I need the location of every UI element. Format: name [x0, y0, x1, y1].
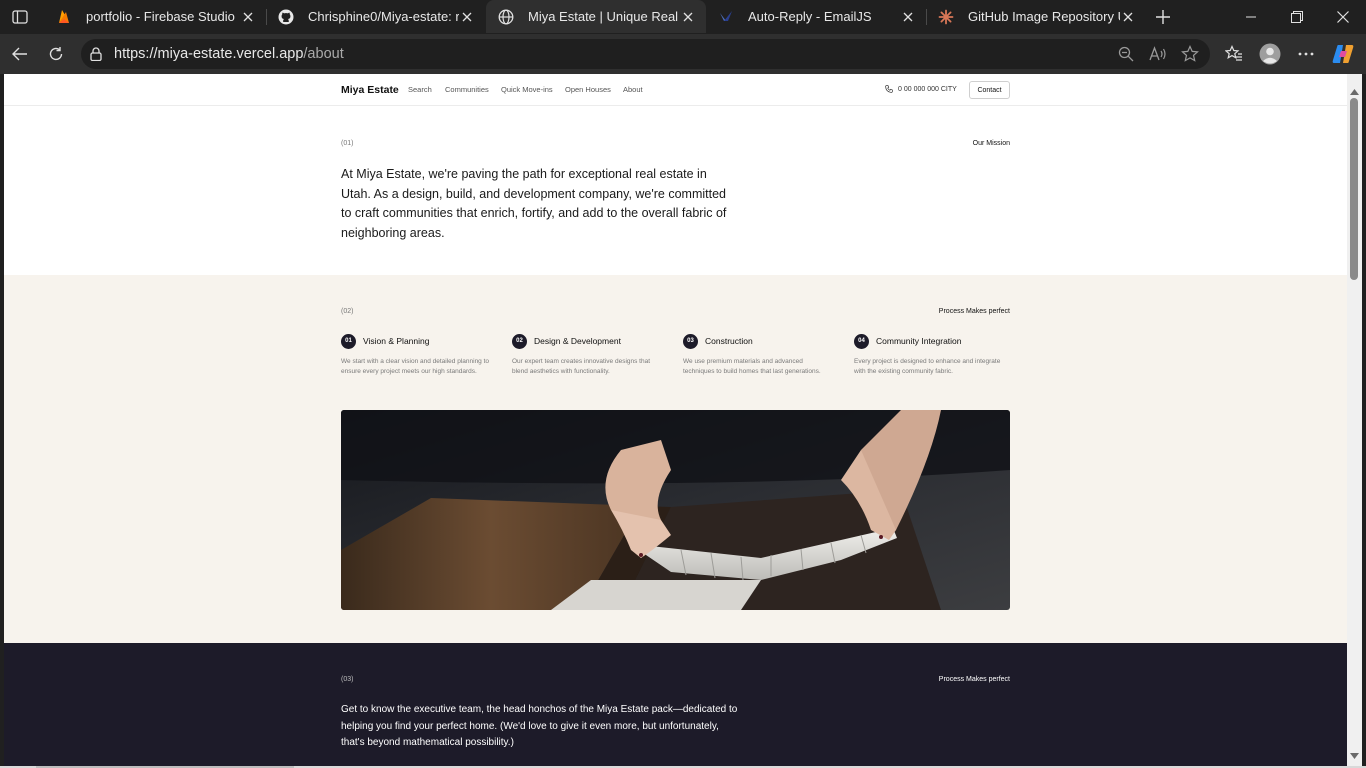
mission-statement: At Miya Estate, we're paving the path fo… — [341, 167, 727, 241]
address-bar[interactable]: https://miya-estate.vercel.app/about — [81, 39, 1210, 69]
globe-icon — [498, 9, 514, 25]
site-header: Miya Estate Search Communities Quick Mov… — [4, 74, 1347, 106]
step-description: We start with a clear vision and detaile… — [341, 358, 490, 375]
step-title: Construction — [705, 336, 753, 346]
process-step: 04 Community Integration Every project is… — [854, 333, 1004, 377]
profile-avatar-icon[interactable] — [1258, 42, 1282, 66]
tab-github[interactable]: Chrisphine0/Miya-estate: real — [266, 0, 485, 33]
nav-quick-move-ins[interactable]: Quick Move-ins — [501, 85, 553, 94]
phone-number: 0 00 000 000 CITY — [898, 85, 957, 93]
nav-open-houses[interactable]: Open Houses — [565, 85, 611, 94]
close-icon[interactable] — [900, 9, 916, 25]
tab-title: Chrisphine0/Miya-estate: real — [308, 9, 459, 24]
tab-title: GitHub Image Repository Upd — [968, 9, 1120, 24]
scrollbar-thumb[interactable] — [1350, 98, 1358, 280]
site-info-icon[interactable] — [90, 47, 104, 62]
section-label: Process Makes perfect — [938, 308, 1010, 315]
back-button[interactable] — [8, 42, 32, 66]
url-text: https://miya-estate.vercel.app/about — [114, 46, 344, 62]
more-options-icon[interactable] — [1294, 42, 1318, 66]
section-number: (03) — [341, 676, 354, 683]
firebase-icon — [56, 9, 72, 25]
process-step: 02 Design & Development Our expert team c… — [512, 333, 662, 377]
scroll-down-arrow-icon[interactable] — [1350, 746, 1359, 764]
step-number-badge: 04 — [854, 333, 869, 349]
tab-actions-icon[interactable] — [8, 6, 32, 28]
page-viewport: Miya Estate Search Communities Quick Mov… — [4, 74, 1347, 766]
step-description: Every project is designed to enhance and… — [854, 358, 1001, 375]
section-number: (01) — [341, 140, 354, 147]
window-close-button[interactable] — [1320, 0, 1366, 33]
tab-title: Auto-Reply - EmailJS — [748, 9, 872, 24]
tab-title: Miya Estate | Unique Real Esta — [528, 9, 680, 24]
section-label: Process Makes perfect — [938, 676, 1010, 683]
close-icon[interactable] — [240, 9, 256, 25]
close-icon[interactable] — [459, 9, 475, 25]
emailjs-icon — [718, 9, 734, 25]
nav-communities[interactable]: Communities — [445, 85, 489, 94]
process-photo — [341, 410, 1010, 610]
team-intro: Get to know the executive team, the head… — [341, 704, 738, 749]
tab-miya-estate[interactable]: Miya Estate | Unique Real Esta — [486, 0, 706, 33]
tab-emailjs[interactable]: Auto-Reply - EmailJS — [706, 0, 926, 33]
step-title: Vision & Planning — [363, 336, 430, 346]
github-icon — [278, 9, 294, 25]
favorite-star-icon[interactable] — [1181, 45, 1199, 63]
step-title: Community Integration — [876, 336, 962, 346]
favorites-icon[interactable] — [1222, 42, 1246, 66]
step-title: Design & Development — [534, 336, 621, 346]
browser-toolbar: https://miya-estate.vercel.app/about — [0, 34, 1366, 74]
phone-icon — [885, 85, 893, 93]
step-number-badge: 01 — [341, 333, 356, 349]
process-step: 03 Construction We use premium materials … — [683, 333, 833, 377]
tab-claude[interactable]: GitHub Image Repository Upd — [926, 0, 1146, 33]
new-tab-button[interactable] — [1151, 5, 1175, 29]
process-section: (02) Process Makes perfect 01 Vision & Pl… — [4, 275, 1347, 643]
tab-title: portfolio - Firebase Studio — [86, 9, 235, 24]
tab-strip: portfolio - Firebase Studio Chrisphine0/… — [0, 0, 1366, 34]
nav-search[interactable]: Search — [408, 85, 432, 94]
step-number-badge: 02 — [512, 333, 527, 349]
refresh-button[interactable] — [44, 42, 68, 66]
process-step: 01 Vision & Planning We start with a clea… — [341, 333, 491, 377]
read-aloud-icon[interactable] — [1149, 45, 1167, 63]
restore-button[interactable] — [1274, 0, 1320, 33]
section-label: Our Mission — [972, 140, 1010, 147]
contact-button[interactable]: Contact — [969, 81, 1010, 99]
nav-about[interactable]: About — [623, 85, 643, 94]
page-scrollbar[interactable] — [1347, 74, 1362, 766]
copilot-icon[interactable] — [1331, 42, 1355, 66]
claude-icon — [938, 9, 954, 25]
team-section: (03) Process Makes perfect Get to know t… — [4, 643, 1347, 766]
close-icon[interactable] — [1120, 9, 1136, 25]
site-logo[interactable]: Miya Estate — [341, 84, 399, 96]
step-description: Our expert team creates innovative desig… — [512, 358, 651, 375]
close-icon[interactable] — [680, 9, 696, 25]
minimize-button[interactable] — [1228, 0, 1274, 33]
phone-link[interactable]: 0 00 000 000 CITY — [885, 85, 957, 93]
tab-firebase[interactable]: portfolio - Firebase Studio — [44, 0, 266, 33]
step-description: We use premium materials and advanced te… — [683, 358, 821, 375]
step-number-badge: 03 — [683, 333, 698, 349]
zoom-out-icon[interactable] — [1117, 45, 1135, 63]
section-number: (02) — [341, 308, 354, 315]
